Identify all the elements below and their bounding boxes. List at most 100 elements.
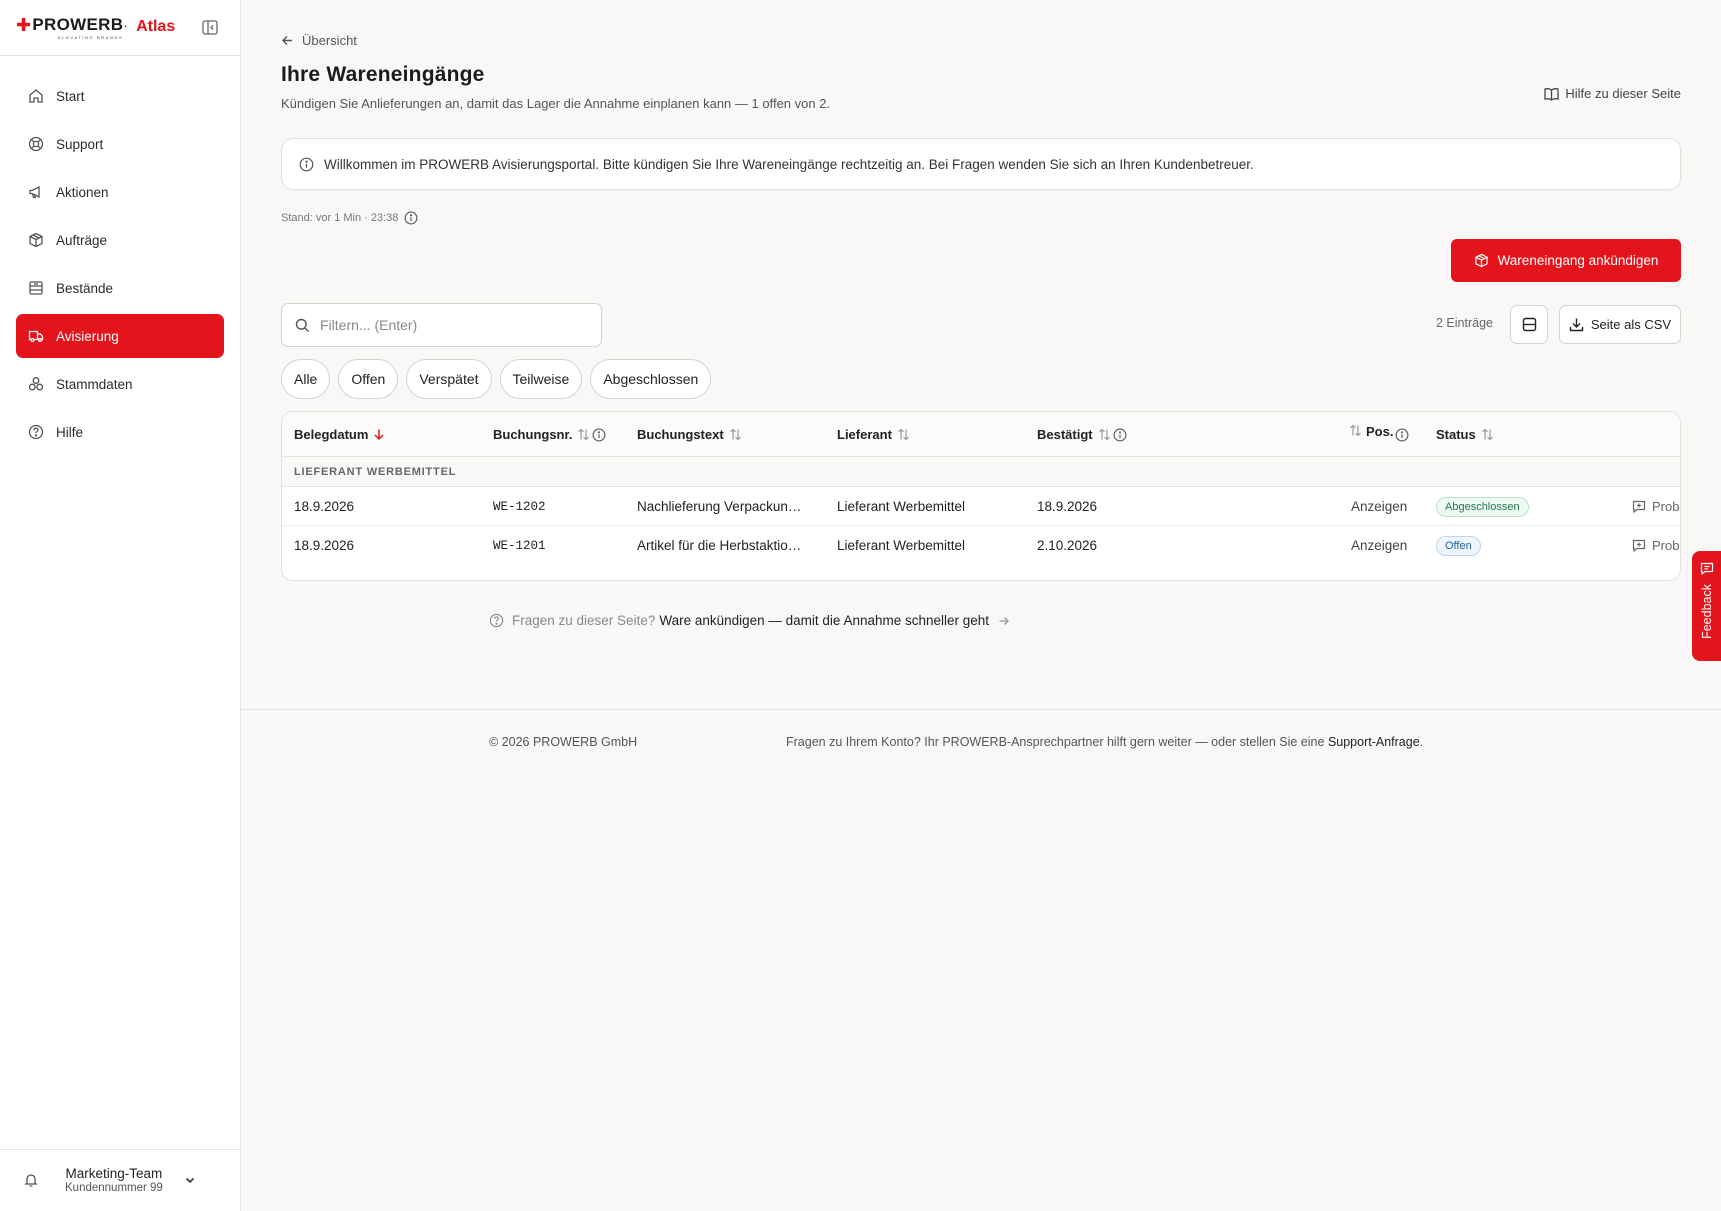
cell-pos-link[interactable]: Anzeigen — [1351, 526, 1407, 565]
help-circle-icon — [489, 613, 504, 628]
cell-buchungsnr: WE-1202 — [493, 499, 546, 514]
column-header-buchungstext[interactable]: Buchungstext — [637, 412, 742, 457]
prowerb-logo[interactable]: ✚ PROWERB. ELEVATING BRANDS — [16, 16, 127, 40]
filter-search[interactable] — [281, 303, 602, 347]
column-header-status[interactable]: Status — [1436, 412, 1494, 457]
density-toggle-button[interactable] — [1510, 305, 1548, 344]
sidebar-item-label: Start — [56, 88, 85, 104]
report-problem-button[interactable]: Prob — [1632, 526, 1679, 565]
status-badge: Offen — [1436, 535, 1481, 556]
filter-chip-verspaetet[interactable]: Verspätet — [406, 359, 492, 399]
download-icon — [1569, 318, 1584, 332]
megaphone-icon — [27, 184, 44, 201]
info-icon[interactable] — [592, 428, 606, 442]
status-filter-chips: Alle Offen Verspätet Teilweise Abgeschlo… — [281, 359, 712, 399]
info-icon[interactable] — [1395, 428, 1409, 442]
back-link[interactable]: Übersicht — [281, 33, 357, 48]
app-name: Atlas — [136, 17, 176, 35]
column-label: Bestätigt — [1037, 427, 1093, 442]
feedback-label: Feedback — [1699, 584, 1714, 639]
logo-text: PROWERB — [32, 15, 124, 34]
cell-lieferant: Lieferant Werbemittel — [837, 538, 966, 553]
arrow-left-icon — [282, 36, 292, 45]
filter-chip-teilweise[interactable]: Teilweise — [499, 359, 583, 399]
cell-pos-link[interactable]: Anzeigen — [1351, 487, 1407, 526]
sidebar-item-bestaende[interactable]: Bestände — [16, 266, 224, 310]
announce-delivery-label: Wareneingang ankündigen — [1497, 253, 1659, 268]
column-label: Pos. — [1366, 424, 1394, 439]
sidebar-item-hilfe[interactable]: Hilfe — [16, 410, 224, 454]
report-problem-label: Prob — [1652, 538, 1680, 553]
sidebar-item-avisierung[interactable]: Avisierung — [16, 314, 224, 358]
message-plus-icon — [1632, 539, 1646, 552]
column-header-buchungsnr[interactable]: Buchungsnr. — [493, 412, 606, 457]
sort-icon — [1098, 428, 1110, 441]
lifebuoy-icon — [27, 136, 44, 153]
package-plus-icon — [1474, 253, 1488, 268]
page-faq: Fragen zu dieser Seite? Ware ankündigen … — [489, 613, 1010, 628]
filter-input[interactable] — [320, 317, 580, 333]
bell-icon[interactable] — [23, 1172, 39, 1188]
sidebar-item-stammdaten[interactable]: Stammdaten — [16, 362, 224, 406]
sidebar-item-support[interactable]: Support — [16, 122, 224, 166]
account-switcher[interactable]: Marketing-Team Kundennummer 99 — [0, 1149, 240, 1211]
column-header-belegdatum[interactable]: Belegdatum — [294, 412, 385, 457]
sidebar-collapse-icon[interactable] — [202, 20, 218, 35]
main-content: Übersicht Ihre Wareneingänge Kündigen Si… — [241, 0, 1721, 1211]
help-link-label: Hilfe zu dieser Seite — [1565, 86, 1681, 101]
sidebar-item-aktionen[interactable]: Aktionen — [16, 170, 224, 214]
sidebar-item-start[interactable]: Start — [16, 74, 224, 118]
sidebar-item-label: Stammdaten — [56, 376, 133, 392]
filter-chip-alle[interactable]: Alle — [281, 359, 331, 399]
filter-chip-offen[interactable]: Offen — [338, 359, 399, 399]
sort-icon — [578, 428, 590, 441]
customer-number: Kundennummer 99 — [65, 1182, 163, 1194]
sort-icon — [1481, 428, 1493, 441]
refresh-status-text: Stand: vor 1 Min · 23:38 — [281, 212, 399, 224]
chevron-down-icon[interactable] — [184, 1174, 196, 1186]
info-icon[interactable] — [1113, 428, 1127, 442]
truck-icon — [27, 328, 44, 345]
group-header-row: LIEFERANT WERBEMITTEL — [282, 457, 1680, 487]
cell-bestaetigt: 18.9.2026 — [1037, 499, 1098, 514]
cell-lieferant: Lieferant Werbemittel — [837, 499, 966, 514]
column-label: Belegdatum — [294, 427, 369, 442]
footer-help-text: Fragen zu Ihrem Konto? Ihr PROWERB-Anspr… — [786, 735, 1423, 749]
arrow-right-icon — [999, 616, 1009, 625]
sidebar-item-label: Aktionen — [56, 184, 109, 200]
export-csv-label: Seite als CSV — [1590, 317, 1672, 332]
info-icon[interactable] — [404, 211, 418, 225]
deliveries-table: Belegdatum Buchungsnr. Buchungstext Lief… — [281, 411, 1681, 581]
cell-bestaetigt: 2.10.2026 — [1037, 538, 1098, 553]
faq-link[interactable]: Ware ankündigen — damit die Annahme schn… — [659, 613, 989, 628]
column-header-lieferant[interactable]: Lieferant — [837, 412, 910, 457]
help-page-link[interactable]: Hilfe zu dieser Seite — [1544, 86, 1681, 101]
cross-logo-icon: ✚ — [16, 14, 32, 35]
column-header-pos[interactable]: Pos. — [1349, 412, 1409, 457]
search-icon — [295, 318, 309, 332]
table-row[interactable]: 18.9.2026 WE-1201 Artikel für die Herbst… — [282, 526, 1680, 565]
column-label: Buchungstext — [637, 427, 724, 442]
package-icon — [27, 232, 44, 249]
sort-desc-icon — [374, 429, 384, 441]
footer-text: Fragen zu Ihrem Konto? Ihr PROWERB-Anspr… — [786, 735, 1325, 749]
column-header-bestaetigt[interactable]: Bestätigt — [1037, 412, 1127, 457]
message-plus-icon — [1632, 500, 1646, 513]
sidebar-item-label: Hilfe — [56, 424, 84, 440]
announce-delivery-button[interactable]: Wareneingang ankündigen — [1451, 239, 1681, 282]
welcome-banner: Willkommen im PROWERB Avisierungsportal.… — [281, 138, 1681, 190]
feedback-tab[interactable]: Feedback — [1692, 551, 1721, 661]
table-row[interactable]: 18.9.2026 WE-1202 Nachlieferung Verpacku… — [282, 487, 1680, 526]
filter-chip-abgeschlossen[interactable]: Abgeschlossen — [590, 359, 712, 399]
sidebar-item-auftraege[interactable]: Aufträge — [16, 218, 224, 262]
report-problem-button[interactable]: Prob — [1632, 487, 1679, 526]
logo-sup: . — [124, 19, 128, 29]
export-csv-button[interactable]: Seite als CSV — [1559, 305, 1681, 344]
brand-bar: ✚ PROWERB. ELEVATING BRANDS Atlas — [0, 0, 240, 56]
sidebar-item-label: Aufträge — [56, 232, 108, 248]
footer-divider — [241, 709, 1721, 710]
rows-icon — [1522, 317, 1536, 332]
sidebar-item-label: Avisierung — [56, 328, 119, 344]
support-request-link[interactable]: Support-Anfrage — [1328, 735, 1420, 749]
home-icon — [27, 88, 44, 105]
